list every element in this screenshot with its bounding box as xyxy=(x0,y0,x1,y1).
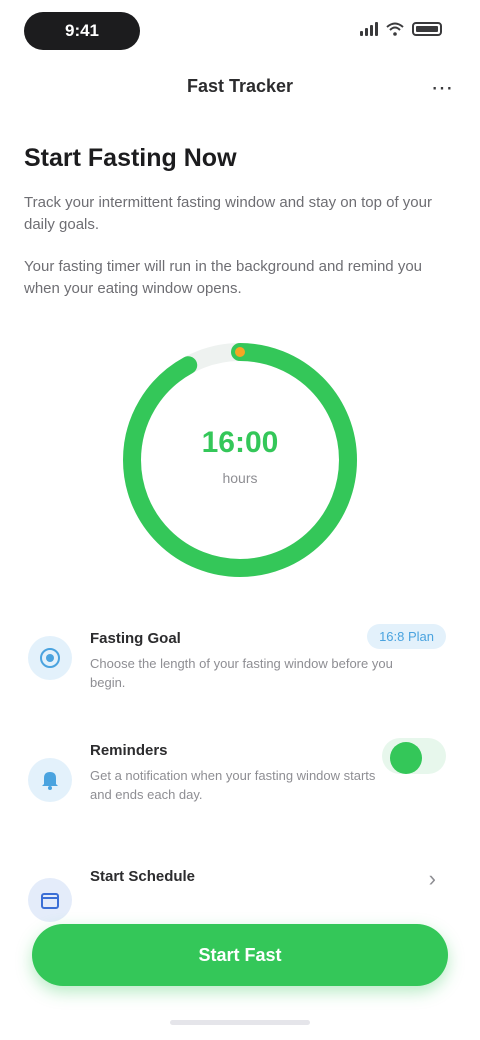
target-icon xyxy=(28,636,72,680)
row-title: Fasting Goal xyxy=(90,630,181,647)
start-fast-button[interactable]: Start Fast xyxy=(32,924,448,986)
signal-icon xyxy=(360,22,378,36)
calendar-icon xyxy=(28,878,72,922)
fasting-progress-ring: 16:00 hours xyxy=(120,330,360,590)
wifi-icon xyxy=(386,22,404,36)
more-button[interactable]: ⋯ xyxy=(428,74,456,102)
bell-icon xyxy=(28,758,72,802)
more-icon: ⋯ xyxy=(431,75,453,100)
page-heading: Start Fasting Now xyxy=(24,144,237,172)
ring-unit: hours xyxy=(222,470,258,486)
status-time: 9:41 xyxy=(24,12,140,50)
reminders-toggle[interactable] xyxy=(382,738,446,774)
intro-paragraph-2: Your fasting timer will run in the backg… xyxy=(24,258,422,297)
status-bar: 9:41 xyxy=(0,0,480,64)
fasting-plan-button[interactable]: 16:8 Plan xyxy=(367,624,446,649)
row-description: Get a notification when your fasting win… xyxy=(90,768,376,802)
row-description: Choose the length of your fasting window… xyxy=(90,656,393,690)
ring-value: 16:00 xyxy=(201,426,279,459)
status-icons xyxy=(360,22,442,36)
battery-icon xyxy=(412,22,442,36)
nav-title: Fast Tracker xyxy=(186,76,294,96)
progress-ring-start-marker xyxy=(235,347,245,357)
home-indicator xyxy=(170,1020,310,1025)
chevron-right-icon: › xyxy=(428,866,436,891)
toggle-knob xyxy=(390,742,422,774)
row-title: Reminders xyxy=(90,742,168,759)
nav-bar: Fast Tracker ⋯ xyxy=(0,62,480,114)
row-title: Start Schedule xyxy=(90,868,196,885)
ring-center: 16:00 hours xyxy=(120,426,360,486)
intro-paragraph-1: Track your intermittent fasting window a… xyxy=(24,194,432,233)
